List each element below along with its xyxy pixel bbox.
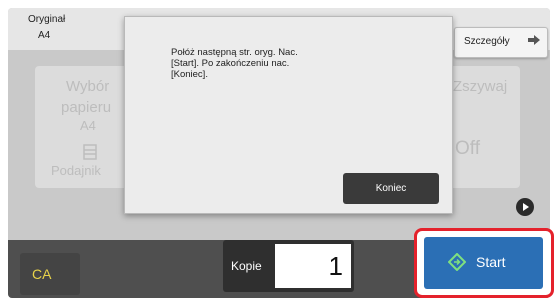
dialog-message-line: [Start]. Po zakończeniu nac. [171,58,290,69]
dialog-message: Połóż następną str. oryg. Nac. [Start]. … [171,47,361,80]
start-highlight: Start [414,228,554,298]
play-icon [523,203,529,211]
original-size: A4 [38,30,51,41]
paper-select-label-2: papieru [61,99,112,116]
dialog-message-line: [Koniec]. [171,69,208,80]
staple-value: Off [455,138,480,159]
finish-button[interactable]: Koniec [343,173,439,204]
dialog: Połóż następną str. oryg. Nac. [Start]. … [124,16,453,214]
tray-icon [83,144,97,164]
staple-label: Zszywaj [453,78,508,95]
paper-select-label: Wybór [66,78,110,95]
tray-label: Podajnik [51,163,101,178]
details-button[interactable]: Szczegóły [454,27,548,58]
start-icon [447,252,467,276]
original-title: Oryginał [28,14,66,25]
arrow-right-icon [527,33,541,52]
copies-input[interactable] [275,244,351,288]
clear-all-button[interactable]: CA [20,253,80,295]
details-label: Szczegóły [464,36,510,47]
next-page-button[interactable] [516,198,534,216]
copies-control: Kopie [223,240,354,292]
start-label: Start [476,254,506,270]
clear-all-label: CA [32,266,52,282]
dialog-message-line: Połóż następną str. oryg. Nac. [171,47,298,58]
start-button[interactable]: Start [424,237,543,289]
paper-size-value: A4 [80,118,96,133]
copies-label: Kopie [231,259,262,273]
